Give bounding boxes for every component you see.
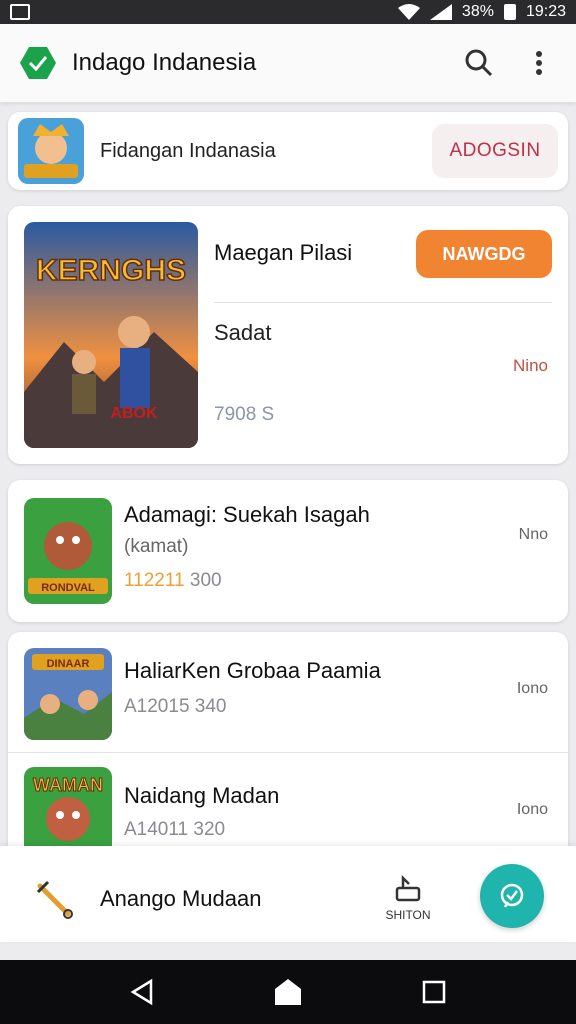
more-options-button[interactable] — [522, 46, 556, 80]
clock: 19:23 — [525, 3, 566, 20]
divider — [214, 302, 552, 303]
app-card[interactable]: RONDVAL Adamagi: Suekah Isagah (kamat) 1… — [8, 480, 568, 622]
featured-count: 7908 S — [214, 404, 275, 425]
app-title: Naidang Madan — [124, 783, 280, 808]
banner-card[interactable]: Fidangan Indanasia ADOGSIN — [8, 112, 568, 190]
tab-icon — [395, 874, 421, 902]
signal-icon — [429, 4, 452, 20]
login-button[interactable]: ADOGSIN — [432, 124, 558, 178]
featured-action-button[interactable]: NAWGDG — [416, 230, 552, 278]
featured-art-badge: ABOK — [110, 405, 158, 422]
bottom-bar-label[interactable]: Anango Mudaan — [100, 886, 261, 912]
featured-right-label: Nino — [513, 356, 548, 375]
list-item[interactable]: DINAAR HaliarKen Grobaa Paamia A12015 34… — [8, 632, 568, 750]
app-stat-value: 300 — [189, 570, 222, 591]
featured-art-title: KERNGHS — [36, 254, 186, 287]
app-art-text: DINAAR — [47, 658, 90, 670]
featured-thumbnail: KERNGHS ABOK — [24, 222, 198, 448]
bottom-tab[interactable]: SHITON — [378, 874, 438, 934]
banner-thumbnail — [18, 118, 84, 184]
home-icon[interactable] — [273, 977, 303, 1007]
app-title: Adamagi: Suekah Isagah — [124, 502, 370, 527]
status-bar: 38% 19:23 — [0, 0, 576, 24]
search-icon — [465, 49, 493, 77]
system-nav-bar — [0, 960, 576, 1024]
back-icon[interactable] — [129, 978, 155, 1006]
bottom-bar: Anango Mudaan SHITON — [0, 846, 576, 942]
app-title: Indago Indanesia — [72, 49, 257, 76]
search-button[interactable] — [462, 46, 496, 80]
banner-text: Fidangan Indanasia — [100, 139, 276, 162]
recents-icon[interactable] — [421, 979, 447, 1005]
app-bar: Indago Indanesia — [0, 24, 576, 102]
app-stat: A14011 320 — [124, 819, 226, 840]
more-vert-icon — [536, 51, 542, 75]
app-right-label: Nno — [518, 526, 548, 543]
featured-card[interactable]: KERNGHS ABOK Maegan Pilasi NAWGDG Sadat … — [8, 206, 568, 464]
app-right-label: Iono — [516, 801, 548, 818]
bottom-tab-label: SHITON — [385, 908, 431, 922]
app-list-card: DINAAR HaliarKen Grobaa Paamia A12015 34… — [8, 632, 568, 862]
app-title: HaliarKen Grobaa Paamia — [124, 658, 381, 683]
app-art-text: RONDVAL — [41, 582, 95, 594]
app-right-label: Iono — [516, 680, 548, 697]
featured-title: Maegan Pilasi — [214, 240, 353, 265]
wifi-icon — [397, 4, 420, 20]
chat-icon — [500, 883, 524, 908]
featured-subtitle: Sadat — [214, 320, 272, 345]
app-art-text: WAMAN — [33, 775, 103, 795]
battery-percent: 38% — [461, 3, 494, 20]
chat-fab[interactable] — [480, 864, 544, 928]
app-subtitle: (kamat) — [124, 536, 189, 557]
app-stat: 112211 300 — [124, 570, 222, 592]
app-stat: A12015 340 — [124, 696, 227, 717]
app-thumbnail: RONDVAL — [24, 498, 112, 604]
tool-icon[interactable] — [34, 878, 76, 920]
notification-icon — [10, 4, 30, 20]
logo-icon — [20, 47, 56, 79]
app-thumbnail: DINAAR — [24, 648, 112, 740]
app-stat-highlight: 112211 — [124, 570, 185, 591]
battery-icon — [503, 4, 516, 20]
